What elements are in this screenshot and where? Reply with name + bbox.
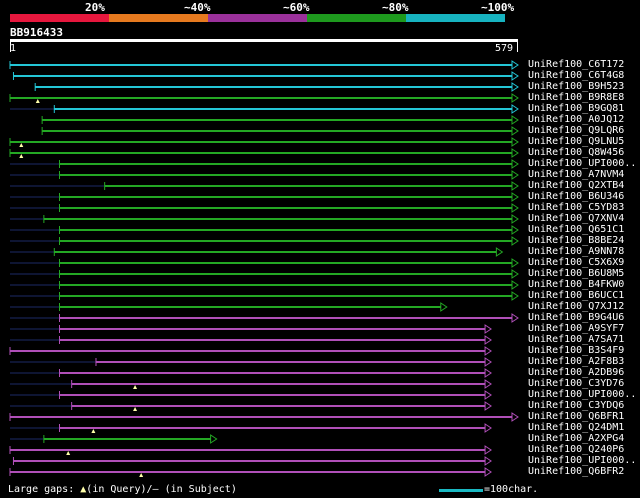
- hit-end-arrow: [440, 302, 448, 312]
- hit-end-arrow: [484, 390, 492, 400]
- hit-name-link[interactable]: UniRef100_Q240P6: [528, 444, 624, 455]
- footer-gap-legend: Large gaps: ▲(in Query)/– (in Subject): [8, 484, 237, 495]
- in-subject-label: (in Subject): [164, 484, 237, 495]
- hit-end-arrow: [511, 236, 519, 246]
- hit-end-arrow: [511, 104, 519, 114]
- hit-name-link[interactable]: UniRef100_Q24DM1: [528, 422, 624, 433]
- hit-name-link[interactable]: UniRef100_A7NVM4: [528, 169, 624, 180]
- query-gap-marker: [133, 385, 138, 389]
- hit-end-arrow: [484, 368, 492, 378]
- hit-name-link[interactable]: UniRef100_B9H523: [528, 81, 624, 92]
- hit-end-arrow: [511, 82, 519, 92]
- hit-name-link[interactable]: UniRef100_Q6BFR2: [528, 466, 624, 477]
- in-query-label: (in Query)/: [86, 484, 153, 495]
- hit-name-link[interactable]: UniRef100_C3YDQ6: [528, 400, 624, 411]
- hit-name-link[interactable]: UniRef100_Q9LQR6: [528, 125, 624, 136]
- hit-end-arrow: [511, 313, 519, 323]
- hit-name-link[interactable]: UniRef100_UPI000..: [528, 158, 636, 169]
- large-gaps-label: Large gaps:: [8, 484, 75, 495]
- hit-name-link[interactable]: UniRef100_A9SYF7: [528, 323, 624, 334]
- hit-end-arrow: [511, 137, 519, 147]
- query-gap-marker: [66, 451, 71, 455]
- hit-name-link[interactable]: UniRef100_Q7XJ12: [528, 301, 624, 312]
- hit-end-arrow: [484, 423, 492, 433]
- hit-name-link[interactable]: UniRef100_A2DB96: [528, 367, 624, 378]
- hit-name-link[interactable]: UniRef100_UPI000..: [528, 455, 636, 466]
- hit-end-arrow: [511, 192, 519, 202]
- hit-end-arrow: [484, 335, 492, 345]
- scale-label: =100char.: [484, 484, 539, 495]
- hit-end-arrow: [511, 60, 519, 70]
- hit-end-arrow: [511, 203, 519, 213]
- subject-gap-icon: –: [152, 484, 159, 495]
- hit-end-arrow: [484, 467, 492, 477]
- hit-end-arrow: [511, 148, 519, 158]
- hit-name-link[interactable]: UniRef100_B9G4U6: [528, 312, 624, 323]
- hit-end-arrow: [210, 434, 218, 444]
- hit-name-link[interactable]: UniRef100_A2XPG4: [528, 433, 624, 444]
- hit-name-link[interactable]: UniRef100_A9NN78: [528, 246, 624, 257]
- query-gap-marker: [133, 407, 138, 411]
- hit-name-link[interactable]: UniRef100_C6T4G8: [528, 70, 624, 81]
- hit-end-arrow: [511, 280, 519, 290]
- hit-name-link[interactable]: UniRef100_A0JQ12: [528, 114, 624, 125]
- hit-end-arrow: [511, 291, 519, 301]
- hit-name-link[interactable]: UniRef100_B6U346: [528, 191, 624, 202]
- hit-end-arrow: [511, 115, 519, 125]
- hit-name-link[interactable]: UniRef100_Q8W456: [528, 147, 624, 158]
- hit-name-link[interactable]: UniRef100_B9R8E8: [528, 92, 624, 103]
- query-gap-marker: [139, 473, 144, 477]
- hit-end-arrow: [511, 412, 519, 422]
- hit-end-arrow: [511, 71, 519, 81]
- hit-end-arrow: [511, 214, 519, 224]
- hit-name-link[interactable]: UniRef100_C3YD76: [528, 378, 624, 389]
- hit-name-link[interactable]: UniRef100_UPI000..: [528, 389, 636, 400]
- hit-end-arrow: [511, 225, 519, 235]
- hit-name-link[interactable]: UniRef100_C5X6X9: [528, 257, 624, 268]
- query-gap-marker: [35, 99, 40, 103]
- hit-end-arrow: [511, 181, 519, 191]
- hit-name-link[interactable]: UniRef100_B9GQ81: [528, 103, 624, 114]
- hit-end-arrow: [511, 126, 519, 136]
- hit-name-link[interactable]: UniRef100_B4FKW0: [528, 279, 624, 290]
- hit-end-arrow: [511, 170, 519, 180]
- hit-name-link[interactable]: UniRef100_B8BE24: [528, 235, 624, 246]
- hit-name-link[interactable]: UniRef100_A7SA71: [528, 334, 624, 345]
- hit-name-link[interactable]: UniRef100_Q2XTB4: [528, 180, 624, 191]
- hit-name-link[interactable]: UniRef100_A2F8B3: [528, 356, 624, 367]
- hit-end-arrow: [484, 401, 492, 411]
- scale-bar: [439, 489, 483, 492]
- hit-end-arrow: [495, 247, 504, 257]
- hit-name-link[interactable]: UniRef100_Q9LNU5: [528, 136, 624, 147]
- hit-end-arrow: [511, 93, 519, 103]
- hit-name-link[interactable]: UniRef100_Q6BFR1: [528, 411, 624, 422]
- hit-end-arrow: [484, 456, 492, 466]
- hit-end-arrow: [511, 159, 519, 169]
- hit-name-link[interactable]: UniRef100_Q651C1: [528, 224, 624, 235]
- hit-name-link[interactable]: UniRef100_Q7XNV4: [528, 213, 624, 224]
- hit-name-link[interactable]: UniRef100_B6U8M5: [528, 268, 624, 279]
- hit-end-arrow: [484, 357, 492, 367]
- hit-name-link[interactable]: UniRef100_B3S4F9: [528, 345, 624, 356]
- hit-name-link[interactable]: UniRef100_C6T172: [528, 59, 624, 70]
- hit-end-arrow: [484, 324, 492, 334]
- hit-end-arrow: [511, 269, 519, 279]
- hit-end-arrow: [511, 258, 519, 268]
- hit-end-arrow: [484, 379, 492, 389]
- query-gap-marker: [91, 429, 96, 433]
- hit-name-link[interactable]: UniRef100_C5YD83: [528, 202, 624, 213]
- hit-end-arrow: [484, 346, 492, 356]
- hit-end-arrow: [484, 445, 492, 455]
- query-gap-marker: [19, 143, 24, 147]
- query-gap-marker: [19, 154, 24, 158]
- hit-name-link[interactable]: UniRef100_B6UCC1: [528, 290, 624, 301]
